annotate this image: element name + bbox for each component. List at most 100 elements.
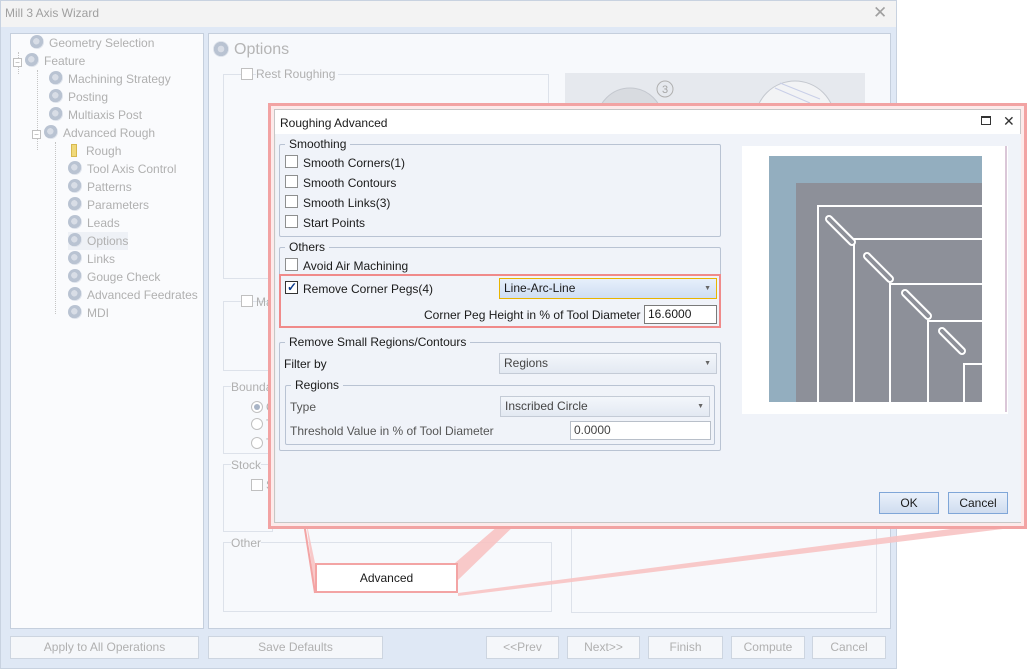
tree-item-posting[interactable]: Posting [49, 88, 108, 106]
wizard-tree: Geometry Selection − Feature Machining St… [10, 33, 204, 629]
filter-by-select[interactable]: Regions ▼ [499, 353, 717, 374]
rest-roughing-label: Rest Roughing [256, 67, 339, 81]
other-label: Other [231, 536, 262, 550]
tree-item-machining-strategy[interactable]: Machining Strategy [49, 70, 171, 88]
save-defaults-button[interactable]: Save Defaults [208, 636, 383, 659]
gear-icon [30, 35, 44, 49]
compute-button[interactable]: Compute [731, 636, 805, 659]
corner-pegs-preview [742, 146, 1008, 414]
remove-corner-pegs-checkbox[interactable] [285, 280, 298, 294]
preview-drawing [742, 146, 1008, 414]
prev-button[interactable]: <<Prev [486, 636, 559, 659]
tree-item-patterns[interactable]: Patterns [68, 178, 132, 196]
corner-peg-height-label: Corner Peg Height in % of Tool Diameter [424, 308, 641, 322]
boundary-radio-1[interactable] [251, 401, 263, 413]
tree-item-mdi[interactable]: MDI [68, 304, 109, 322]
regions-label: Regions [291, 378, 344, 392]
smooth-contours-label: Smooth Contours [303, 176, 397, 190]
start-points-label: Start Points [303, 216, 366, 230]
corner-peg-type-select[interactable]: Line-Arc-Line ▼ [499, 278, 717, 299]
tree-item-feature[interactable]: − Feature [13, 52, 85, 70]
type-label: Type [290, 400, 317, 414]
smooth-links-checkbox[interactable] [285, 195, 298, 208]
start-points-checkbox[interactable] [285, 215, 298, 228]
tree-item-multiaxis-post[interactable]: Multiaxis Post [49, 106, 142, 124]
type-value: Inscribed Circle [505, 399, 588, 413]
dialog-body: Smoothing Smooth Corners(1) Smooth Conto… [276, 134, 1021, 522]
tree-item-tool-axis-control[interactable]: Tool Axis Control [68, 160, 176, 178]
dialog-titlebar: Roughing Advanced ✕ [275, 110, 1020, 134]
smooth-contours-checkbox[interactable] [285, 175, 298, 188]
smooth-corners-checkbox[interactable] [285, 155, 298, 168]
corner-peg-height-input[interactable]: 16.6000 [644, 305, 717, 324]
tree-item-links[interactable]: Links [68, 250, 115, 268]
close-icon[interactable]: ✕ [873, 3, 887, 23]
tree-item-options[interactable]: Options [68, 232, 129, 250]
ma-group [223, 301, 273, 371]
tree-item-leads[interactable]: Leads [68, 214, 120, 232]
gear-icon [68, 251, 82, 265]
chevron-down-icon: ▼ [704, 285, 711, 292]
collapse-icon[interactable]: − [13, 58, 22, 67]
avoid-air-checkbox[interactable] [285, 258, 298, 271]
gear-icon [49, 89, 63, 103]
ok-button[interactable]: OK [879, 492, 939, 514]
close-icon[interactable]: ✕ [1003, 113, 1015, 130]
wizard-title: Mill 3 Axis Wizard [5, 6, 100, 20]
stock-checkbox[interactable] [251, 479, 263, 491]
dialog-title: Roughing Advanced [280, 116, 388, 130]
preview-number: 3 [662, 84, 668, 96]
tree-item-parameters[interactable]: Parameters [68, 196, 149, 214]
collapse-icon[interactable]: − [32, 130, 41, 139]
gear-icon [68, 287, 82, 301]
avoid-air-label: Avoid Air Machining [303, 259, 409, 273]
gear-icon [68, 233, 82, 247]
advanced-button[interactable]: Advanced [315, 563, 458, 593]
ma-checkbox[interactable] [241, 295, 253, 307]
remove-small-label: Remove Small Regions/Contours [285, 335, 471, 349]
roughing-advanced-dialog: Roughing Advanced ✕ Smoothing Smooth Cor… [274, 109, 1021, 523]
gear-icon [68, 215, 82, 229]
tool-icon [71, 144, 77, 157]
filter-by-label: Filter by [284, 357, 327, 371]
others-label: Others [285, 240, 330, 254]
gear-icon [25, 53, 39, 67]
smoothing-label: Smoothing [285, 137, 351, 151]
next-button[interactable]: Next>> [567, 636, 640, 659]
gear-icon [68, 197, 82, 211]
boundary-radio-2[interactable] [251, 418, 263, 430]
gear-icon [68, 161, 82, 175]
threshold-input[interactable]: 0.0000 [570, 421, 711, 440]
cancel-button[interactable]: Cancel [948, 492, 1008, 514]
threshold-label: Threshold Value in % of Tool Diameter [290, 424, 494, 438]
apply-to-all-button[interactable]: Apply to All Operations [10, 636, 199, 659]
tree-item-advanced-feedrates[interactable]: Advanced Feedrates [68, 286, 198, 304]
gear-icon [44, 125, 58, 139]
gear-icon [68, 179, 82, 193]
finish-button[interactable]: Finish [648, 636, 723, 659]
wizard-cancel-button[interactable]: Cancel [812, 636, 886, 659]
smooth-links-label: Smooth Links(3) [303, 196, 391, 210]
chevron-down-icon: ▼ [704, 360, 711, 367]
chevron-down-icon: ▼ [697, 403, 704, 410]
gear-icon [68, 269, 82, 283]
tree-item-advanced-rough[interactable]: − Advanced Rough [32, 124, 155, 142]
gear-icon [49, 71, 63, 85]
gear-icon [68, 305, 82, 319]
maximize-icon[interactable] [981, 116, 991, 125]
type-select[interactable]: Inscribed Circle ▼ [500, 396, 710, 417]
corner-peg-type-value: Line-Arc-Line [504, 281, 576, 295]
rest-roughing-checkbox[interactable] [241, 68, 253, 80]
page-title: Options [234, 41, 290, 58]
smooth-corners-label: Smooth Corners(1) [303, 156, 406, 170]
tree-item-gouge-check[interactable]: Gouge Check [68, 268, 160, 286]
gear-icon [49, 107, 63, 121]
stock-group [223, 464, 273, 532]
tree-item-rough[interactable]: Rough [67, 142, 121, 160]
preview-lower-box [571, 521, 877, 613]
remove-corner-pegs-label: Remove Corner Pegs(4) [303, 282, 434, 296]
stock-label: Stock [231, 458, 262, 472]
filter-by-value: Regions [504, 356, 549, 370]
tree-item-geometry-selection[interactable]: Geometry Selection [30, 34, 154, 52]
boundary-radio-3[interactable] [251, 437, 263, 449]
